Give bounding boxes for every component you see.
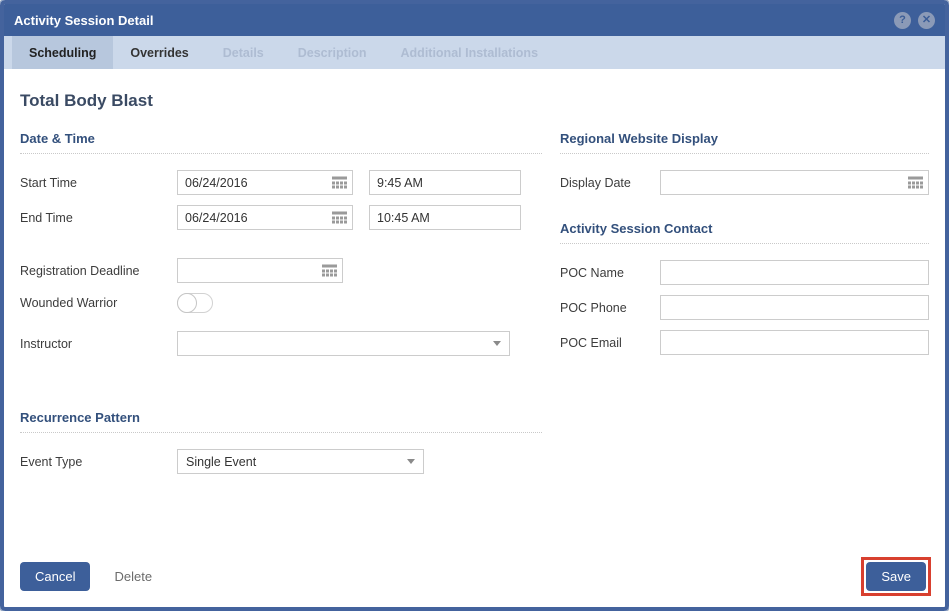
wounded-warrior-label: Wounded Warrior — [20, 296, 177, 310]
instructor-dropdown[interactable] — [177, 331, 510, 356]
section-recurrence-pattern: Recurrence Pattern — [20, 410, 542, 433]
calendar-icon[interactable] — [332, 176, 347, 189]
tab-scheduling[interactable]: Scheduling — [12, 36, 113, 69]
poc-email-input[interactable] — [660, 330, 929, 355]
delete-button[interactable]: Delete — [114, 569, 152, 584]
tab-overrides[interactable]: Overrides — [113, 36, 205, 69]
start-time-input[interactable] — [369, 170, 521, 195]
save-button[interactable]: Save — [866, 562, 926, 591]
event-type-dropdown[interactable]: Single Event — [177, 449, 424, 474]
activity-session-detail-dialog: Activity Session Detail ? ✕ Scheduling O… — [0, 0, 949, 611]
help-icon[interactable]: ? — [894, 12, 911, 29]
calendar-icon[interactable] — [332, 211, 347, 224]
toggle-knob-icon — [177, 293, 197, 313]
dialog-footer: Cancel Delete Save — [20, 557, 931, 596]
section-date-time: Date & Time — [20, 131, 542, 154]
end-time-label: End Time — [20, 211, 177, 225]
tab-additional-installations: Additional Installations — [384, 36, 556, 69]
display-date-label: Display Date — [560, 176, 660, 190]
instructor-label: Instructor — [20, 337, 177, 351]
end-time-input[interactable] — [369, 205, 521, 230]
right-column: Regional Website Display Display Date Ac… — [560, 131, 929, 484]
poc-name-label: POC Name — [560, 266, 660, 280]
calendar-icon[interactable] — [322, 264, 337, 277]
registration-deadline-row: Registration Deadline — [20, 258, 542, 283]
event-type-value: Single Event — [186, 455, 256, 469]
page-title: Total Body Blast — [20, 91, 929, 111]
event-type-label: Event Type — [20, 455, 177, 469]
poc-phone-input[interactable] — [660, 295, 929, 320]
save-highlight-annotation: Save — [861, 557, 931, 596]
poc-email-row: POC Email — [560, 330, 929, 355]
start-time-label: Start Time — [20, 176, 177, 190]
left-column: Date & Time Start Time End Time — [20, 131, 542, 484]
start-time-row: Start Time — [20, 170, 542, 195]
display-date-input[interactable] — [660, 170, 929, 195]
section-regional-website-display: Regional Website Display — [560, 131, 929, 154]
close-icon[interactable]: ✕ — [918, 12, 935, 29]
tab-description: Description — [281, 36, 384, 69]
tab-details: Details — [206, 36, 281, 69]
calendar-icon[interactable] — [908, 176, 923, 189]
chevron-down-icon — [407, 459, 415, 464]
end-date-input[interactable] — [177, 205, 353, 230]
poc-phone-label: POC Phone — [560, 301, 660, 315]
start-date-input[interactable] — [177, 170, 353, 195]
wounded-warrior-row: Wounded Warrior — [20, 293, 542, 313]
tab-strip: Scheduling Overrides Details Description… — [4, 36, 945, 69]
poc-name-row: POC Name — [560, 260, 929, 285]
display-date-row: Display Date — [560, 170, 929, 195]
dialog-title: Activity Session Detail — [14, 13, 153, 28]
registration-deadline-input[interactable] — [177, 258, 343, 283]
poc-email-label: POC Email — [560, 336, 660, 350]
end-time-row: End Time — [20, 205, 542, 230]
dialog-titlebar: Activity Session Detail ? ✕ — [4, 4, 945, 36]
poc-phone-row: POC Phone — [560, 295, 929, 320]
registration-deadline-label: Registration Deadline — [20, 264, 177, 278]
instructor-row: Instructor — [20, 331, 542, 356]
chevron-down-icon — [493, 341, 501, 346]
cancel-button[interactable]: Cancel — [20, 562, 90, 591]
wounded-warrior-toggle[interactable] — [177, 293, 213, 313]
section-activity-session-contact: Activity Session Contact — [560, 221, 929, 244]
event-type-row: Event Type Single Event — [20, 449, 542, 474]
dialog-content: Total Body Blast Date & Time Start Time — [4, 69, 945, 484]
poc-name-input[interactable] — [660, 260, 929, 285]
